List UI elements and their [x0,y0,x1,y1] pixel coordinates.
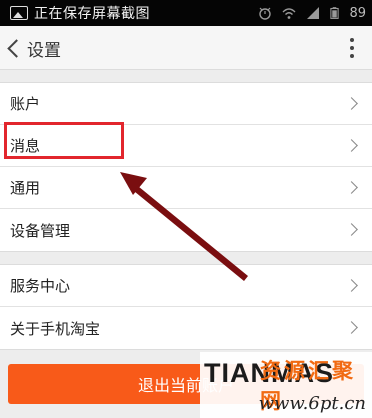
chevron-right-icon [345,321,358,334]
chevron-right-icon [345,181,358,194]
chevron-left-icon [7,38,26,58]
back-button[interactable]: 设置 [4,32,67,64]
wifi-icon [282,8,296,19]
settings-item-about[interactable]: 关于手机淘宝 [0,307,372,349]
status-bar-right: 89 [258,4,366,22]
status-bar: 正在保存屏幕截图 89 [0,0,372,26]
settings-item-label: 服务中心 [10,277,71,295]
settings-group-service: 服务中心 关于手机淘宝 [0,264,372,350]
alarm-icon [259,7,272,20]
settings-item-account[interactable]: 账户 [0,83,372,125]
status-text: 正在保存屏幕截图 [34,6,150,22]
settings-item-label: 消息 [10,137,41,155]
signal-icon [307,7,320,19]
battery-percent: 89 [349,5,366,21]
page-title: 设置 [27,40,61,61]
watermark: TIANMAS 资源汇聚网 www.6pt.cn [200,352,372,418]
chevron-right-icon [345,139,358,152]
settings-item-messages[interactable]: 消息 [0,125,372,167]
more-options-icon[interactable] [344,36,360,60]
settings-item-device-management[interactable]: 设备管理 [0,209,372,251]
screenshot-image-icon [10,6,28,20]
chevron-right-icon [345,97,358,110]
settings-item-label: 通用 [10,179,41,197]
settings-group-account: 账户 消息 通用 设备管理 [0,82,372,252]
chevron-right-icon [345,223,358,236]
settings-item-general[interactable]: 通用 [0,167,372,209]
settings-item-label: 账户 [10,95,41,113]
title-bar: 设置 [0,26,372,70]
settings-item-service-center[interactable]: 服务中心 [0,265,372,307]
chevron-right-icon [345,279,358,292]
watermark-url: www.6pt.cn [258,393,366,414]
battery-icon [330,7,340,19]
settings-item-label: 关于手机淘宝 [10,319,101,338]
status-bar-left: 正在保存屏幕截图 [10,4,150,22]
settings-item-label: 设备管理 [10,221,71,240]
